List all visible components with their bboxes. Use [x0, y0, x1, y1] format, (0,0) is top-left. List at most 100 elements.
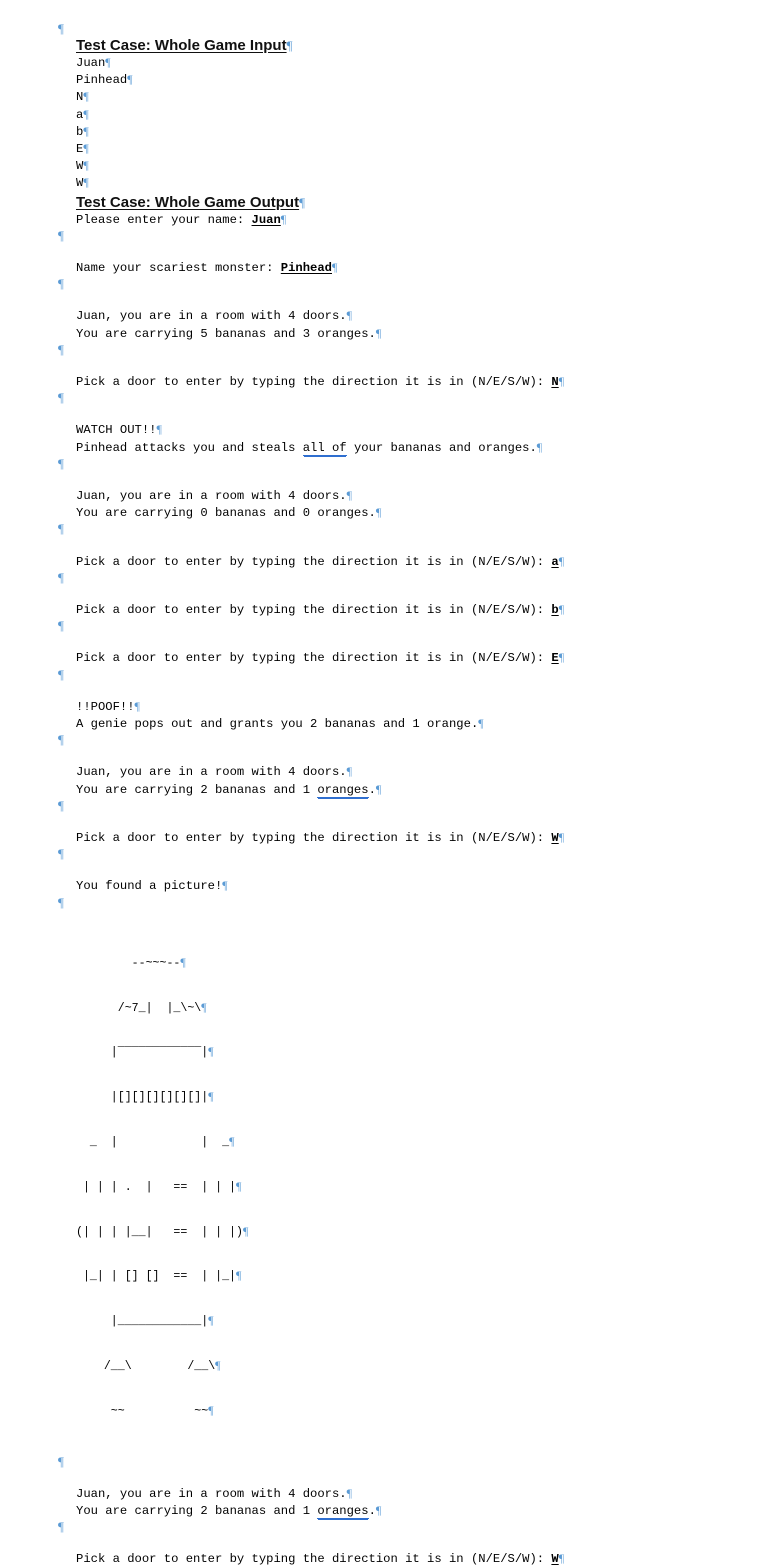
- ascii-art-line-text: _ | | _: [76, 1136, 230, 1150]
- prompt-name-label: Please enter your name:: [76, 212, 252, 227]
- pilcrow-mark: ¶: [280, 211, 287, 226]
- room-status-line: Juan, you are in a room with 4 doors.¶: [58, 308, 758, 325]
- pilcrow-mark: ¶: [134, 698, 140, 713]
- word-document-page: ¶ Test Case: Whole Game Input¶ Juan¶ Pin…: [0, 0, 777, 1566]
- pilcrow-mark: ¶: [242, 1223, 249, 1238]
- door-prompt-line: Pick a door to enter by typing the direc…: [58, 650, 758, 667]
- ascii-art-line: --~~~--¶: [76, 956, 758, 972]
- pilcrow-mark: ¶: [299, 194, 305, 210]
- input-line-text: W: [76, 176, 84, 191]
- pilcrow-mark: ¶: [208, 1313, 214, 1328]
- pilcrow-mark: ¶: [58, 276, 64, 292]
- empty-paragraph: ¶: [58, 343, 758, 357]
- pilcrow-mark: ¶: [478, 715, 484, 730]
- pilcrow-mark: ¶: [208, 1402, 214, 1417]
- pilcrow-mark: ¶: [58, 894, 64, 910]
- room-status-text: Juan, you are in a room with 4 doors.: [76, 488, 347, 503]
- pilcrow-mark: ¶: [558, 601, 565, 616]
- carrying-status-line: You are carrying 2 bananas and 1 oranges…: [58, 782, 758, 799]
- empty-paragraph: ¶: [58, 391, 758, 405]
- empty-paragraph: ¶: [58, 277, 758, 291]
- input-line: E¶: [58, 141, 758, 158]
- pilcrow-mark: ¶: [58, 521, 64, 537]
- pilcrow-mark: ¶: [375, 325, 382, 340]
- carrying-status-text-post: .: [368, 1503, 376, 1518]
- input-line-text: W: [76, 159, 84, 174]
- input-line: W¶: [58, 158, 758, 175]
- ascii-art-line: ~~ ~~¶: [76, 1404, 758, 1420]
- pilcrow-mark: ¶: [201, 999, 207, 1014]
- room-status-line: Juan, you are in a room with 4 doors.¶: [58, 488, 758, 505]
- empty-paragraph: ¶: [58, 229, 758, 243]
- pilcrow-mark: ¶: [58, 1519, 64, 1535]
- prompt-monster-label: Name your scariest monster:: [76, 261, 281, 276]
- pilcrow-mark: ¶: [58, 341, 64, 357]
- pilcrow-mark: ¶: [375, 505, 382, 520]
- door-prompt-line: Pick a door to enter by typing the direc…: [58, 602, 758, 619]
- room-status-text: Juan, you are in a room with 4 doors.: [76, 1486, 347, 1501]
- room-status-text: Juan, you are in a room with 4 doors.: [76, 765, 347, 780]
- pilcrow-mark: ¶: [375, 781, 382, 796]
- carrying-status-text-pre: You are carrying 2 bananas and 1: [76, 1503, 318, 1518]
- input-line-text: Juan: [76, 56, 106, 70]
- ascii-art-line-text: ~~ ~~: [76, 1404, 209, 1418]
- ascii-art-line: |[][][][][][]|¶: [76, 1090, 758, 1106]
- poof-text: !!POOF!!: [76, 699, 135, 714]
- ascii-art-line: |‾‾‾‾‾‾‾‾‾‾‾‾|¶: [76, 1045, 758, 1061]
- empty-paragraph: ¶: [58, 799, 758, 813]
- found-picture-line: You found a picture!¶: [58, 878, 758, 895]
- heading-whole-game-input: Test Case: Whole Game Input¶: [58, 36, 758, 55]
- room-status-text: Juan, you are in a room with 4 doors.: [76, 309, 347, 324]
- grammar-error-all-of[interactable]: all of: [302, 440, 347, 456]
- carrying-status-text: You are carrying 5 bananas and 3 oranges…: [76, 326, 376, 341]
- carrying-status-text: You are carrying 0 bananas and 0 oranges…: [76, 506, 376, 521]
- pilcrow-mark: ¶: [558, 374, 565, 388]
- door-answer-value: a: [551, 554, 559, 569]
- ascii-art-line-text: |____________|: [76, 1315, 209, 1329]
- pilcrow-mark: ¶: [127, 72, 133, 87]
- prompt-monster-value: Pinhead: [280, 261, 332, 276]
- ascii-art-line: |____________|¶: [76, 1314, 758, 1330]
- carrying-status-line: You are carrying 2 bananas and 1 oranges…: [58, 1503, 758, 1520]
- empty-paragraph: ¶: [58, 619, 758, 633]
- pilcrow-mark: ¶: [58, 732, 64, 748]
- document-body: ¶ Test Case: Whole Game Input¶ Juan¶ Pin…: [58, 22, 758, 1568]
- heading-text: Test Case: Whole Game Output: [76, 193, 300, 211]
- grammar-error-oranges[interactable]: oranges: [317, 1503, 369, 1519]
- pilcrow-mark: ¶: [558, 553, 565, 568]
- door-answer-value: N: [551, 375, 559, 389]
- pilcrow-mark: ¶: [58, 390, 64, 406]
- door-prompt-label: Pick a door to enter by typing the direc…: [76, 830, 552, 845]
- pilcrow-mark: ¶: [83, 141, 89, 156]
- pilcrow-mark: ¶: [58, 569, 64, 585]
- poof-line: !!POOF!!¶: [58, 699, 758, 716]
- pilcrow-mark: ¶: [58, 846, 64, 862]
- heading-whole-game-output: Test Case: Whole Game Output¶: [58, 193, 758, 212]
- grammar-error-oranges[interactable]: oranges: [317, 782, 369, 798]
- pilcrow-mark: ¶: [105, 55, 111, 69]
- attack-line: Pinhead attacks you and steals all of yo…: [58, 440, 758, 457]
- ascii-art-line-text: /__\ /__\: [76, 1359, 216, 1373]
- door-prompt-line: Pick a door to enter by typing the direc…: [58, 830, 758, 847]
- input-line: Pinhead¶: [58, 72, 758, 89]
- pilcrow-mark: ¶: [236, 1268, 242, 1283]
- empty-paragraph: ¶: [58, 733, 758, 747]
- ascii-art-line-text: |_| | [] [] == | |_|: [76, 1270, 237, 1284]
- genie-line: A genie pops out and grants you 2 banana…: [58, 716, 758, 733]
- pilcrow-mark: ¶: [83, 123, 89, 138]
- input-line: N¶: [58, 89, 758, 106]
- pilcrow-mark: ¶: [83, 158, 89, 173]
- heading-text: Test Case: Whole Game Input: [76, 37, 287, 54]
- pilcrow-mark: ¶: [536, 439, 543, 454]
